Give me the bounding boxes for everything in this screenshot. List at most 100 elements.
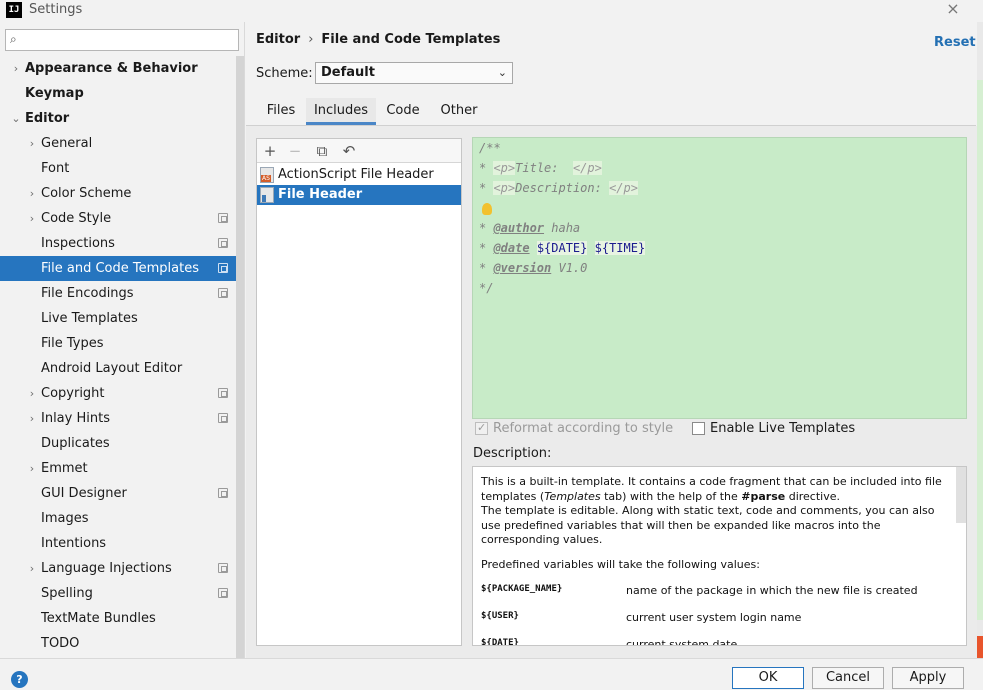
template-item-actionscript-file-header[interactable]: ActionScript File Header: [257, 165, 461, 185]
project-settings-icon: [218, 288, 228, 298]
chevron-right-icon[interactable]: ›: [26, 206, 38, 231]
variable-name: ${PACKAGE_NAME}: [481, 584, 563, 594]
sidebar-item-label: File Types: [41, 336, 104, 351]
description-paragraph: Predefined variables will take the follo…: [481, 557, 760, 571]
variable-row: ${PACKAGE_NAME} name of the package in w…: [481, 582, 951, 609]
sidebar-item-color-scheme[interactable]: › Color Scheme: [0, 181, 236, 206]
sidebar-item-images[interactable]: Images: [0, 506, 236, 531]
sidebar-item-label: Color Scheme: [41, 186, 132, 201]
dialog-footer: ? OK Cancel Apply: [0, 658, 983, 690]
window-title: Settings: [29, 2, 83, 17]
template-item-file-header[interactable]: File Header: [257, 185, 461, 205]
template-name: File Header: [278, 187, 363, 202]
code-line: /**: [479, 141, 501, 155]
sidebar-item-label: Editor: [25, 111, 70, 126]
search-field[interactable]: ⌕: [5, 29, 239, 51]
reset-link[interactable]: Reset: [934, 35, 976, 50]
chevron-right-icon[interactable]: ›: [26, 181, 38, 206]
sidebar-item-file-and-code-templates[interactable]: File and Code Templates: [0, 256, 236, 281]
tab-files[interactable]: Files: [256, 98, 306, 125]
sidebar-item-editor[interactable]: ⌄ Editor: [0, 106, 236, 131]
sidebar-item-general[interactable]: › General: [0, 131, 236, 156]
sidebar-item-label: Appearance & Behavior: [25, 61, 198, 76]
tabs-divider: [246, 125, 976, 126]
tab-label: Code: [386, 103, 420, 118]
sidebar-item-appearance-behavior[interactable]: › Appearance & Behavior: [0, 56, 236, 81]
reset-icon[interactable]: ↶: [339, 141, 359, 161]
sidebar-item-label: Keymap: [25, 86, 84, 101]
sidebar-item-code-style[interactable]: › Code Style: [0, 206, 236, 231]
cancel-button[interactable]: Cancel: [812, 667, 884, 689]
sidebar-item-emmet[interactable]: › Emmet: [0, 456, 236, 481]
add-icon[interactable]: +: [260, 141, 280, 161]
description-panel[interactable]: This is a built-in template. It contains…: [472, 466, 967, 646]
title-bar: IJ Settings ×: [0, 0, 983, 22]
sidebar-item-label: Live Templates: [41, 311, 138, 326]
sidebar-item-label: Duplicates: [41, 436, 110, 451]
chevron-right-icon[interactable]: ›: [26, 456, 38, 481]
breadcrumb-current: File and Code Templates: [321, 32, 501, 47]
sidebar-item-gui-designer[interactable]: GUI Designer: [0, 481, 236, 506]
chevron-down-icon[interactable]: ⌄: [10, 106, 22, 131]
description-label: Description:: [473, 446, 552, 461]
checkbox-box[interactable]: [692, 422, 705, 435]
search-input[interactable]: [28, 32, 233, 48]
sidebar-item-file-types[interactable]: File Types: [0, 331, 236, 356]
help-icon[interactable]: ?: [11, 671, 28, 688]
sidebar-item-todo[interactable]: TODO: [0, 631, 236, 656]
sidebar-item-android-layout-editor[interactable]: Android Layout Editor: [0, 356, 236, 381]
sidebar-item-language-injections[interactable]: › Language Injections: [0, 556, 236, 581]
description-scrollbar[interactable]: [956, 467, 966, 523]
sidebar-item-spelling[interactable]: Spelling: [0, 581, 236, 606]
project-settings-icon: [218, 388, 228, 398]
sidebar-item-label: TextMate Bundles: [41, 611, 156, 626]
sidebar-item-font[interactable]: Font: [0, 156, 236, 181]
tab-label: Other: [440, 103, 478, 118]
ok-button[interactable]: OK: [732, 667, 804, 689]
chevron-right-icon[interactable]: ›: [10, 56, 22, 81]
sidebar-item-duplicates[interactable]: Duplicates: [0, 431, 236, 456]
copy-icon[interactable]: ⧉: [312, 141, 332, 161]
tab-includes[interactable]: Includes: [306, 98, 376, 125]
list-toolbar: + − ⧉ ↶: [257, 139, 461, 163]
close-icon[interactable]: ×: [944, 0, 962, 18]
sidebar-item-intentions[interactable]: Intentions: [0, 531, 236, 556]
sidebar-scrollbar[interactable]: [236, 56, 244, 676]
tab-label: Includes: [313, 103, 369, 118]
project-settings-icon: [218, 238, 228, 248]
tab-code[interactable]: Code: [378, 98, 428, 125]
sidebar-item-copyright[interactable]: › Copyright: [0, 381, 236, 406]
chevron-right-icon[interactable]: ›: [26, 131, 38, 156]
scheme-dropdown[interactable]: Default ⌄: [315, 62, 513, 84]
breadcrumb-separator: ›: [308, 32, 314, 47]
sidebar-item-file-encodings[interactable]: File Encodings: [0, 281, 236, 306]
reformat-label: Reformat according to style: [493, 421, 674, 436]
sidebar-scrollbar-thumb[interactable]: [236, 56, 244, 676]
tab-label: Files: [266, 103, 296, 118]
chevron-right-icon[interactable]: ›: [26, 556, 38, 581]
variable-name: ${USER}: [481, 611, 519, 621]
sidebar-item-label: Emmet: [41, 461, 88, 476]
chevron-right-icon[interactable]: ›: [26, 406, 38, 431]
sidebar-item-label: Language Injections: [41, 561, 172, 576]
sidebar-item-label: File Encodings: [41, 286, 134, 301]
settings-sidebar: ⌕ › Appearance & Behavior Keymap ⌄ Editor › Ge…: [0, 22, 245, 676]
sidebar-item-inlay-hints[interactable]: › Inlay Hints: [0, 406, 236, 431]
chevron-right-icon[interactable]: ›: [26, 381, 38, 406]
settings-tree: › Appearance & Behavior Keymap ⌄ Editor › Gene…: [0, 56, 236, 656]
background-editor-edge: [977, 80, 983, 620]
tab-other[interactable]: Other: [434, 98, 484, 125]
sidebar-item-textmate-bundles[interactable]: TextMate Bundles: [0, 606, 236, 631]
sidebar-item-live-templates[interactable]: Live Templates: [0, 306, 236, 331]
sidebar-item-keymap[interactable]: Keymap: [0, 81, 236, 106]
enable-live-templates-label: Enable Live Templates: [710, 421, 856, 436]
java-file-icon: [260, 187, 274, 203]
remove-icon[interactable]: −: [285, 141, 305, 161]
checkbox-box[interactable]: [475, 420, 488, 436]
sidebar-item-label: Inspections: [41, 236, 115, 251]
sidebar-item-inspections[interactable]: Inspections: [0, 231, 236, 256]
lightbulb-icon[interactable]: [482, 203, 492, 215]
apply-button[interactable]: Apply: [892, 667, 964, 689]
template-editor[interactable]: /** * <p>Title: </p> * <p>Description: <…: [472, 137, 967, 419]
templates-list-panel: + − ⧉ ↶ ActionScript File Header File He…: [256, 138, 462, 646]
